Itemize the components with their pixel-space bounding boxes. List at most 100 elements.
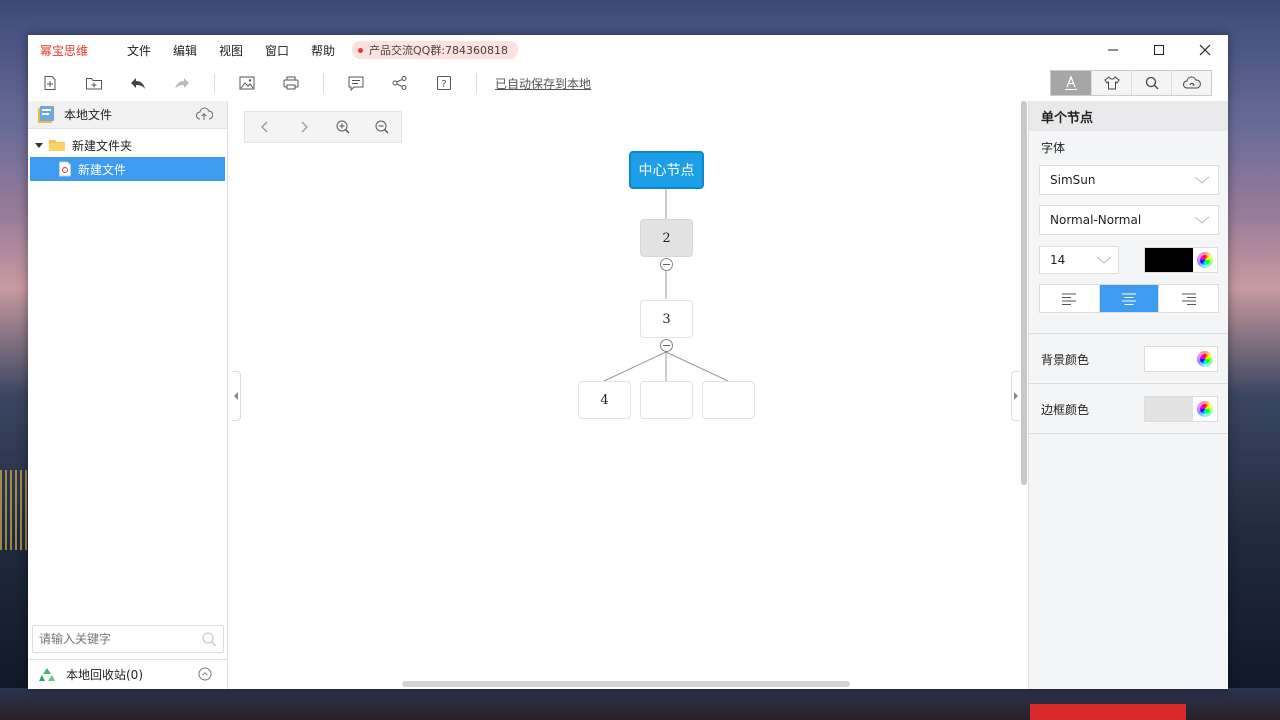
panel-title: 单个节点 [1029, 101, 1228, 131]
font-color-swatch[interactable] [1145, 248, 1193, 272]
desktop-lights [0, 470, 28, 550]
close-button[interactable] [1182, 35, 1228, 65]
panel-divider [1029, 433, 1228, 434]
border-color-picker[interactable] [1144, 396, 1218, 422]
text-align-group [1039, 284, 1219, 313]
node-5[interactable] [640, 381, 693, 419]
border-color-label: 边框颜色 [1041, 403, 1090, 417]
minimize-button[interactable] [1090, 35, 1136, 65]
cloud-sync-icon [1182, 76, 1201, 89]
node-6[interactable] [702, 381, 755, 419]
file-search-button[interactable] [201, 631, 217, 650]
folder-icon [49, 140, 65, 151]
new-folder-icon [86, 78, 102, 90]
chevron-down-icon [1194, 216, 1210, 224]
bg-color-picker[interactable] [1144, 346, 1218, 372]
minimize-icon [1108, 49, 1118, 51]
font-style-select[interactable]: Normal-Normal [1039, 205, 1219, 235]
qq-group-badge[interactable]: 产品交流QQ群:784360818 [352, 41, 519, 59]
bg-color-wheel-button[interactable] [1193, 347, 1217, 371]
bg-color-swatch[interactable] [1145, 347, 1193, 371]
vertical-scrollbar[interactable] [1021, 101, 1027, 485]
recycle-toggle[interactable] [198, 667, 212, 684]
collapse-left-panel-handle[interactable] [232, 371, 241, 421]
align-center-button[interactable] [1098, 285, 1159, 312]
color-wheel-icon [1197, 252, 1213, 268]
panel-divider [1029, 383, 1228, 384]
tab-theme[interactable] [1091, 71, 1131, 95]
menu-window[interactable]: 窗口 [254, 42, 300, 59]
export-image-button[interactable] [225, 68, 269, 98]
autosave-link[interactable]: 已自动保存到本地 [495, 75, 591, 92]
caret-down-icon[interactable] [34, 140, 44, 150]
property-panel: 单个节点 字体 SimSun Normal-Normal 14 背景颜色 边框颜… [1028, 101, 1228, 689]
node-3[interactable]: 3 [640, 300, 693, 338]
share-icon [392, 76, 407, 90]
align-center-icon [1122, 293, 1136, 305]
maximize-button[interactable] [1136, 35, 1182, 65]
bg-color-label: 背景颜色 [1041, 353, 1090, 367]
comment-icon [348, 76, 364, 91]
align-left-button[interactable] [1040, 285, 1099, 312]
font-family-select[interactable]: SimSun [1039, 165, 1219, 195]
window-controls [1090, 35, 1228, 65]
tab-cloud[interactable] [1171, 71, 1211, 95]
redo-button[interactable] [160, 68, 204, 98]
toolbar: ? 已自动保存到本地 [28, 65, 1228, 101]
font-color-wheel-button[interactable] [1193, 248, 1217, 272]
local-files-label: 本地文件 [64, 108, 113, 122]
border-color-swatch[interactable] [1145, 397, 1193, 421]
search-icon [1145, 76, 1158, 90]
app-name: 幂宝思维 [40, 43, 89, 58]
font-family-value: SimSun [1050, 173, 1096, 187]
mindmap-canvas[interactable]: 中心节点 2 3 4 [232, 101, 1028, 689]
cloud-upload-icon [196, 107, 214, 120]
tree-folder[interactable]: 新建文件夹 [28, 133, 227, 157]
qq-group-text: 产品交流QQ群:784360818 [369, 44, 509, 57]
center-node[interactable]: 中心节点 [629, 151, 704, 189]
close-icon [1199, 44, 1211, 56]
menu-view[interactable]: 视图 [208, 42, 254, 59]
menu-file[interactable]: 文件 [116, 42, 162, 59]
file-search [32, 625, 224, 653]
cloud-upload-button[interactable] [195, 106, 214, 125]
new-file-button[interactable] [28, 68, 72, 98]
node-4[interactable]: 4 [578, 381, 631, 419]
search-icon [202, 632, 217, 647]
comment-button[interactable] [334, 68, 378, 98]
file-label: 新建文件 [78, 162, 127, 177]
collapse-toggle-node-2[interactable] [660, 258, 673, 271]
horizontal-scrollbar[interactable] [402, 681, 850, 687]
font-size-value: 14 [1050, 253, 1066, 267]
help-button[interactable]: ? [422, 68, 466, 98]
menu-help[interactable]: 帮助 [300, 42, 346, 59]
local-files-icon [38, 105, 54, 123]
undo-icon [131, 78, 145, 89]
align-right-button[interactable] [1158, 285, 1218, 312]
menu-edit[interactable]: 编辑 [162, 42, 208, 59]
node-2[interactable]: 2 [640, 219, 693, 257]
share-button[interactable] [378, 68, 422, 98]
collapse-toggle-node-3[interactable] [660, 339, 673, 352]
new-file-icon [44, 76, 56, 90]
undo-button[interactable] [116, 68, 160, 98]
font-label: 字体 [1041, 141, 1066, 155]
panel-tabs [1050, 70, 1212, 96]
font-size-select[interactable]: 14 [1039, 246, 1119, 274]
collapse-right-panel-handle[interactable] [1011, 371, 1020, 421]
new-folder-button[interactable] [72, 68, 116, 98]
toolbar-divider [476, 73, 477, 93]
file-sidebar: 本地文件 新建文件夹 新建文件 本地回收站(0) [28, 101, 228, 689]
border-color-wheel-button[interactable] [1193, 397, 1217, 421]
tab-text-style[interactable] [1051, 71, 1091, 95]
shirt-icon [1103, 76, 1120, 90]
tab-search[interactable] [1131, 71, 1171, 95]
chevron-down-icon [1096, 256, 1112, 264]
font-style-value: Normal-Normal [1050, 213, 1142, 227]
svg-text:?: ? [441, 79, 446, 90]
font-color-picker[interactable] [1144, 247, 1218, 273]
recycle-bin[interactable]: 本地回收站(0) [28, 659, 228, 689]
print-button[interactable] [269, 68, 313, 98]
tree-file[interactable]: 新建文件 [30, 157, 225, 181]
file-search-input[interactable] [39, 632, 189, 646]
